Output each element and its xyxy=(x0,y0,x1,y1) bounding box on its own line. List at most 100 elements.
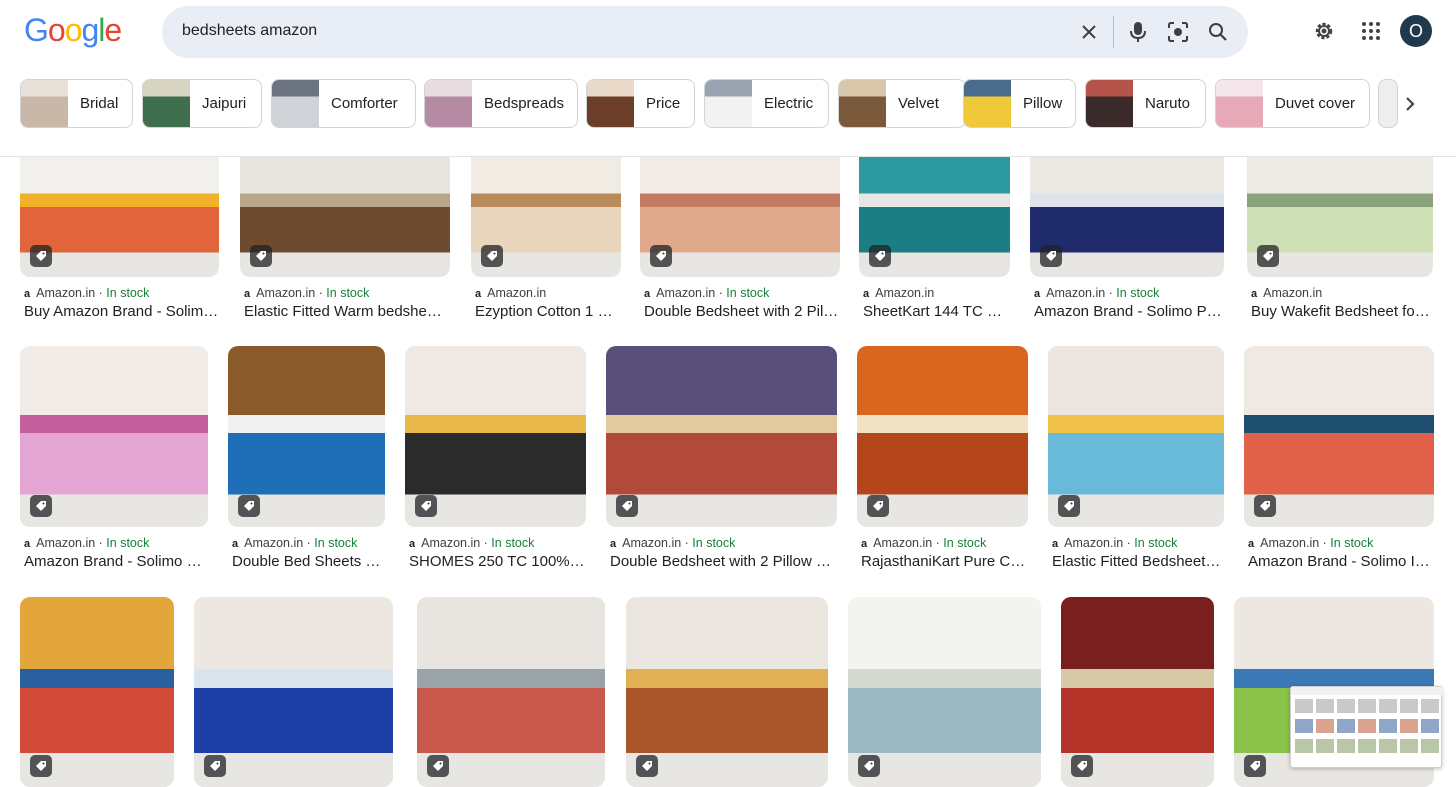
result-thumbnail[interactable] xyxy=(471,142,621,277)
result-thumbnail[interactable] xyxy=(20,597,174,787)
separator: · xyxy=(932,536,944,550)
source-name: Amazon.in xyxy=(622,536,682,550)
stock-status: In stock xyxy=(943,536,987,550)
result-source[interactable]: a Amazon.in · In stock xyxy=(409,536,534,550)
filter-chip[interactable]: Duvet cover xyxy=(1215,79,1370,128)
result-title[interactable]: Amazon Brand - Solimo I… xyxy=(1248,553,1434,570)
result-title[interactable]: Buy Amazon Brand - Solimo… xyxy=(24,303,219,320)
result-title[interactable]: SheetKart 144 TC … xyxy=(863,303,1010,320)
filter-chip[interactable]: Jaipuri xyxy=(142,79,262,128)
result-title[interactable]: Double Bedsheet with 2 Pil… xyxy=(644,303,840,320)
result-thumbnail[interactable] xyxy=(859,142,1010,277)
result-source[interactable]: a Amazon.in · In stock xyxy=(1052,536,1177,550)
result-thumbnail[interactable] xyxy=(848,597,1041,787)
result-title[interactable]: RajasthaniKart Pure C… xyxy=(861,553,1028,570)
result-thumbnail[interactable] xyxy=(228,346,385,527)
result-thumbnail[interactable] xyxy=(626,597,828,787)
search-input[interactable]: bedsheets amazon xyxy=(182,22,317,40)
result-thumbnail[interactable] xyxy=(194,597,393,787)
filter-chip[interactable]: Comforter xyxy=(271,79,416,128)
source-name: Amazon.in xyxy=(875,286,935,300)
chevron-right-icon[interactable] xyxy=(1395,90,1425,118)
filter-chip[interactable]: Velvet xyxy=(838,79,966,128)
result-title[interactable]: SHOMES 250 TC 100%… xyxy=(409,553,586,570)
search-icon[interactable] xyxy=(1205,19,1231,45)
chip-thumbnail xyxy=(1216,80,1263,127)
source-name: Amazon.in xyxy=(487,286,547,300)
result-source[interactable]: a Amazon.in xyxy=(863,286,934,300)
filter-chip[interactable]: Pillow xyxy=(963,79,1076,128)
result-thumbnail[interactable] xyxy=(1244,346,1434,527)
logo-letter: e xyxy=(104,12,122,48)
shopping-tag-icon xyxy=(650,245,672,267)
result-source[interactable]: a Amazon.in · In stock xyxy=(610,536,735,550)
amazon-icon: a xyxy=(409,538,416,550)
stock-status: In stock xyxy=(314,536,358,550)
floating-preview-window[interactable] xyxy=(1290,686,1443,768)
result-title[interactable]: Ezyption Cotton 1 … xyxy=(475,303,621,320)
result-title[interactable]: Elastic Fitted Warm bedshee… xyxy=(244,303,450,320)
result-source[interactable]: a Amazon.in · In stock xyxy=(24,286,149,300)
result-thumbnail[interactable] xyxy=(606,346,837,527)
filter-chip[interactable]: Price xyxy=(586,79,695,128)
search-bar[interactable]: bedsheets amazon xyxy=(162,6,1248,58)
result-title[interactable]: Amazon Brand - Solimo P… xyxy=(1034,303,1224,320)
amazon-icon: a xyxy=(475,288,482,300)
result-title[interactable]: Double Bedsheet with 2 Pillow … xyxy=(610,553,837,570)
result-source[interactable]: a Amazon.in · In stock xyxy=(1248,536,1373,550)
result-source[interactable]: a Amazon.in · In stock xyxy=(644,286,769,300)
shopping-tag-icon xyxy=(1071,755,1093,777)
shopping-tag-icon xyxy=(204,755,226,777)
filter-chip[interactable]: Bridal xyxy=(20,79,133,128)
result-title[interactable]: Double Bed Sheets … xyxy=(232,553,385,570)
result-thumbnail[interactable] xyxy=(1247,142,1433,277)
result-source[interactable]: a Amazon.in · In stock xyxy=(861,536,986,550)
gear-icon[interactable] xyxy=(1309,16,1339,46)
result-thumbnail[interactable] xyxy=(1061,597,1214,787)
result-thumbnail[interactable] xyxy=(640,142,840,277)
result-title[interactable]: Buy Wakefit Bedsheet for… xyxy=(1251,303,1433,320)
shopping-tag-icon xyxy=(1254,495,1276,517)
filter-chip[interactable]: Electric xyxy=(704,79,829,128)
result-source[interactable]: a Amazon.in · In stock xyxy=(232,536,357,550)
chip-thumbnail xyxy=(705,80,752,127)
result-source[interactable]: a Amazon.in xyxy=(475,286,546,300)
shopping-tag-icon xyxy=(1058,495,1080,517)
result-title[interactable]: Elastic Fitted Bedsheet… xyxy=(1052,553,1224,570)
amazon-icon: a xyxy=(244,288,251,300)
camera-icon[interactable] xyxy=(1165,19,1191,45)
result-thumbnail[interactable] xyxy=(1030,142,1224,277)
chip-label: Velvet xyxy=(898,95,939,112)
filter-chip[interactable]: Bedspreads xyxy=(424,79,578,128)
result-source[interactable]: a Amazon.in · In stock xyxy=(1034,286,1159,300)
avatar[interactable]: O xyxy=(1400,15,1432,47)
result-thumbnail[interactable] xyxy=(240,142,450,277)
result-thumbnail[interactable] xyxy=(1048,346,1224,527)
mic-icon[interactable] xyxy=(1125,19,1151,45)
source-name: Amazon.in xyxy=(1046,286,1106,300)
google-logo[interactable]: Google xyxy=(24,12,122,49)
amazon-icon: a xyxy=(1034,288,1041,300)
result-source[interactable]: a Amazon.in xyxy=(1251,286,1322,300)
result-source[interactable]: a Amazon.in · In stock xyxy=(244,286,369,300)
result-source[interactable]: a Amazon.in · In stock xyxy=(24,536,149,550)
result-thumbnail[interactable] xyxy=(417,597,605,787)
apps-grid-icon[interactable] xyxy=(1356,16,1386,46)
chip-label: Electric xyxy=(764,95,814,112)
chip-thumbnail xyxy=(839,80,886,127)
close-icon[interactable] xyxy=(1076,19,1102,45)
shopping-tag-icon xyxy=(427,755,449,777)
chip-label: Jaipuri xyxy=(202,95,247,112)
result-title[interactable]: Amazon Brand - Solimo … xyxy=(24,553,208,570)
chip-label: Price xyxy=(646,95,681,112)
result-thumbnail[interactable] xyxy=(405,346,586,527)
chip-thumbnail xyxy=(21,80,68,127)
result-thumbnail[interactable] xyxy=(857,346,1028,527)
result-thumbnail[interactable] xyxy=(20,346,208,527)
shopping-tag-icon xyxy=(238,495,260,517)
amazon-icon: a xyxy=(610,538,617,550)
shopping-tag-icon xyxy=(616,495,638,517)
result-thumbnail[interactable] xyxy=(20,142,219,277)
filter-chip[interactable]: Naruto xyxy=(1085,79,1206,128)
amazon-icon: a xyxy=(24,538,31,550)
